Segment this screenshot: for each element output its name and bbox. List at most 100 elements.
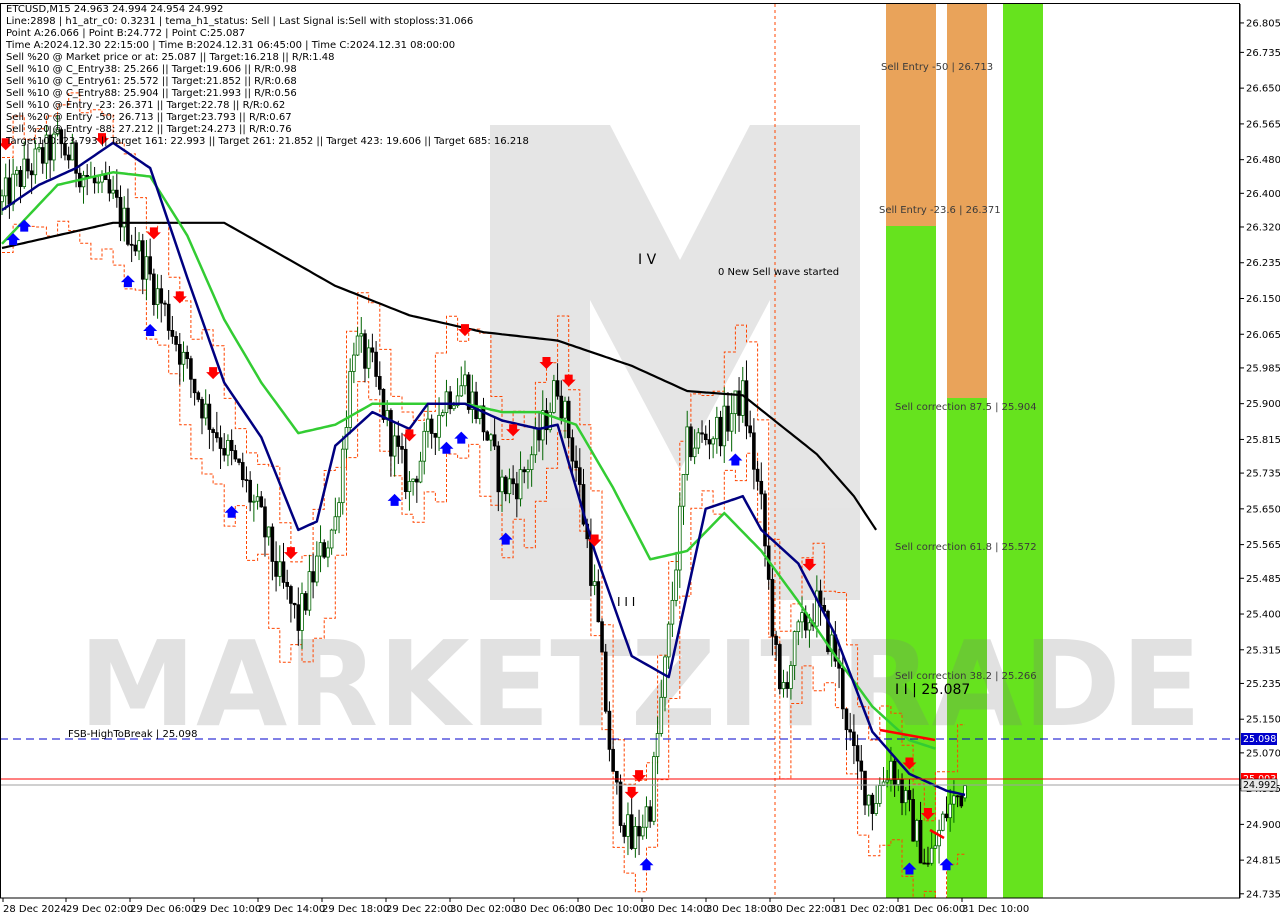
sell-corr-875-label: Sell correction 87.5 | 25.904 (895, 402, 1037, 413)
candle-body (759, 480, 764, 495)
candle-body (181, 351, 186, 365)
candle-body (233, 450, 238, 460)
candle-body (570, 437, 575, 462)
candle-body (785, 682, 790, 689)
candle-body (685, 426, 690, 475)
candle-body (529, 454, 534, 470)
candle-body (633, 826, 638, 849)
sell-corr-382-label: Sell correction 38.2 | 25.266 (895, 671, 1037, 682)
candle-body (600, 621, 604, 653)
candle-body (322, 542, 327, 558)
info-line: Sell %10 @ Entry -23: 26.371 || Target:2… (6, 100, 285, 111)
candle-body (96, 181, 101, 184)
candle-body (559, 395, 564, 419)
candle-body (859, 760, 864, 772)
candle-body (222, 448, 227, 456)
candle-body (596, 581, 601, 623)
price-tick-label: 26.150 (1246, 294, 1280, 305)
candle-body (903, 790, 908, 804)
candle-body (440, 412, 445, 416)
candle-body (459, 385, 464, 397)
info-line: Sell %20 @ Market price or at: 25.087 ||… (6, 52, 335, 63)
price-chart[interactable]: MARKETZITRADE I V I I I 0 New Sell wave … (0, 0, 1280, 920)
candle-body (707, 439, 712, 445)
info-line: Target100: 23.793 || Target 161: 22.993 … (5, 136, 529, 147)
candle-body (326, 547, 330, 558)
candle-body (303, 593, 308, 611)
candle-body (22, 158, 27, 187)
candle-body (540, 410, 545, 441)
candle-body (203, 403, 208, 419)
time-tick-label: 31 Dec 02:00 (834, 904, 901, 915)
candle-body (266, 526, 271, 538)
sell-entry-50-label: Sell Entry -50 | 26.713 (881, 62, 993, 73)
candle-body (226, 439, 230, 456)
candle-body (318, 542, 323, 557)
price-tick-label: 26.735 (1246, 48, 1280, 59)
price-tick-label: 25.735 (1246, 469, 1280, 480)
candle-body (185, 351, 189, 360)
candle-body (637, 826, 641, 837)
candle-body (329, 529, 334, 549)
candle-body (377, 376, 382, 390)
candle-body (885, 779, 890, 783)
candle-body (263, 506, 267, 538)
price-tick-label: 26.320 (1246, 222, 1280, 233)
candle-body (340, 448, 345, 504)
candle-body (448, 391, 452, 410)
candle-body (407, 481, 412, 492)
candle-body (159, 288, 164, 304)
time-tick-label: 29 Dec 22:00 (386, 904, 453, 915)
candle-body (578, 467, 582, 485)
candle-body (922, 862, 927, 865)
candle-body (889, 760, 893, 781)
zone-orange-left (886, 4, 936, 226)
candle-body (11, 173, 15, 205)
candle-body (744, 380, 749, 427)
candle-body (878, 785, 882, 804)
candle-body (396, 435, 401, 447)
candle-body (807, 622, 812, 631)
candle-body (911, 799, 915, 842)
candle-body (133, 244, 138, 252)
info-line: Sell %20 @ Entry -50: 26.713 || Target:2… (6, 112, 292, 123)
time-tick-label: 28 Dec 2024 (3, 904, 67, 915)
price-tick-label: 26.235 (1246, 258, 1280, 269)
candle-body (681, 474, 686, 507)
candle-body (800, 612, 804, 623)
candle-body (252, 500, 256, 503)
sell-entry-236-label: Sell Entry -23.6 | 26.371 (879, 205, 1001, 216)
candle-body (363, 333, 367, 369)
price-tick-label: 25.235 (1246, 679, 1280, 690)
candle-body (840, 667, 845, 710)
time-tick-label: 30 Dec 10:00 (578, 904, 645, 915)
candle-body (670, 599, 675, 625)
candle-body (163, 302, 167, 305)
time-tick-label: 29 Dec 14:00 (258, 904, 325, 915)
candle-body (726, 405, 730, 432)
candle-body (929, 847, 934, 864)
candle-body (659, 696, 664, 734)
candle-body (166, 303, 171, 331)
candle-body (170, 329, 175, 337)
price-tick-label: 26.065 (1246, 330, 1280, 341)
candle-body (952, 795, 956, 805)
candle-body (196, 392, 201, 400)
candle-body (526, 469, 530, 473)
candle-body (218, 437, 223, 449)
candle-body (359, 333, 364, 337)
time-tick-label: 29 Dec 18:00 (322, 904, 389, 915)
candle-body (718, 416, 723, 447)
candle-body (503, 476, 508, 495)
candle-body (678, 505, 682, 571)
candle-body (0, 195, 4, 203)
candle-body (507, 478, 512, 495)
candle-body (492, 434, 497, 447)
candle-body (107, 179, 112, 194)
time-tick-label: 29 Dec 06:00 (130, 904, 197, 915)
info-line: ETCUSD,M15 24.963 24.994 24.954 24.992 (6, 4, 223, 15)
candle-body (422, 430, 427, 462)
candle-body (111, 189, 115, 194)
new-wave-label: 0 New Sell wave started (718, 267, 839, 278)
candle-body (640, 826, 645, 837)
